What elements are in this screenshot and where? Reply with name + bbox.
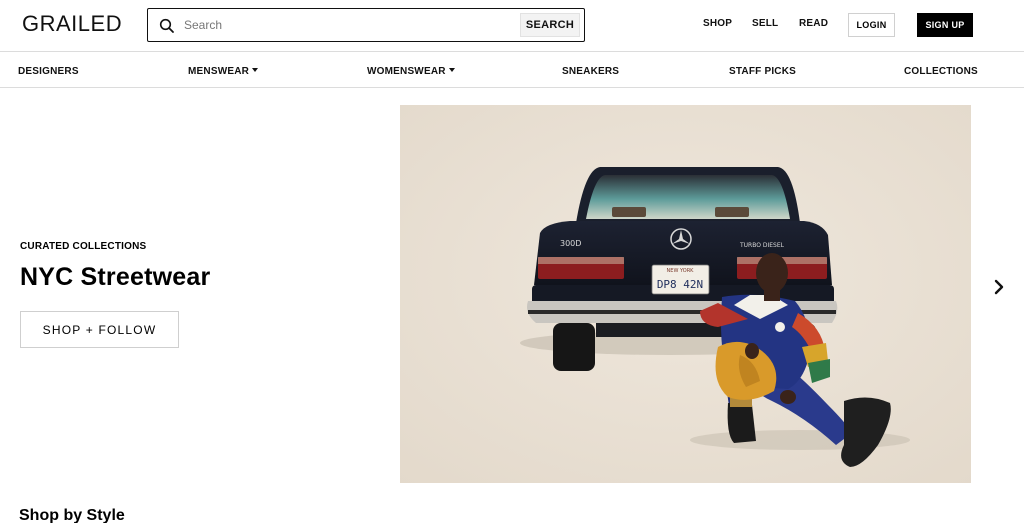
category-label: DESIGNERS	[18, 66, 79, 77]
login-button[interactable]: LOGIN	[848, 13, 895, 37]
shop-follow-button[interactable]: SHOP + FOLLOW	[20, 311, 179, 348]
grailed-logo[interactable]: GRAILED	[22, 11, 122, 37]
plate-text: DP8 42N	[657, 278, 703, 291]
category-staff-picks[interactable]: STAFF PICKS	[729, 66, 796, 77]
category-collections[interactable]: COLLECTIONS	[904, 66, 978, 77]
caret-down-icon	[448, 68, 455, 72]
shop-by-style-heading: Shop by Style	[19, 507, 125, 523]
category-nav: DESIGNERS MENSWEAR WOMENSWEAR SNEAKERS S…	[0, 52, 1024, 88]
search-input[interactable]	[184, 15, 514, 35]
search-bar: SEARCH	[147, 8, 585, 42]
category-label: MENSWEAR	[188, 66, 250, 77]
plate-state: NEW YORK	[667, 268, 695, 274]
hero-image[interactable]: 300D TURBO DIESEL NEW YORK DP8 42N	[400, 105, 971, 483]
search-button[interactable]: SEARCH	[520, 13, 580, 37]
category-label: COLLECTIONS	[904, 66, 978, 77]
category-womenswear[interactable]: WOMENSWEAR	[367, 66, 455, 77]
hero-photo: 300D TURBO DIESEL NEW YORK DP8 42N	[400, 105, 971, 483]
chevron-right-icon[interactable]	[990, 278, 1008, 296]
top-header: GRAILED SEARCH SHOP SELL READ LOGIN SIGN…	[0, 0, 1024, 52]
signup-button[interactable]: SIGN UP	[917, 13, 973, 37]
caret-down-icon	[252, 68, 259, 72]
nav-shop[interactable]: SHOP	[703, 18, 732, 29]
category-label: STAFF PICKS	[729, 66, 797, 77]
category-label: WOMENSWEAR	[367, 66, 446, 77]
hero-eyebrow: CURATED COLLECTIONS	[20, 241, 147, 252]
car-trim-badge: TURBO DIESEL	[739, 242, 785, 249]
category-label: SNEAKERS	[562, 66, 620, 77]
hero-title: NYC Streetwear	[20, 263, 211, 291]
search-icon	[159, 18, 174, 33]
car-badge: 300D	[560, 239, 581, 248]
category-designers[interactable]: DESIGNERS	[18, 66, 79, 77]
nav-sell[interactable]: SELL	[752, 18, 778, 29]
category-menswear[interactable]: MENSWEAR	[188, 66, 259, 77]
category-sneakers[interactable]: SNEAKERS	[562, 66, 619, 77]
nav-read[interactable]: READ	[799, 18, 828, 29]
